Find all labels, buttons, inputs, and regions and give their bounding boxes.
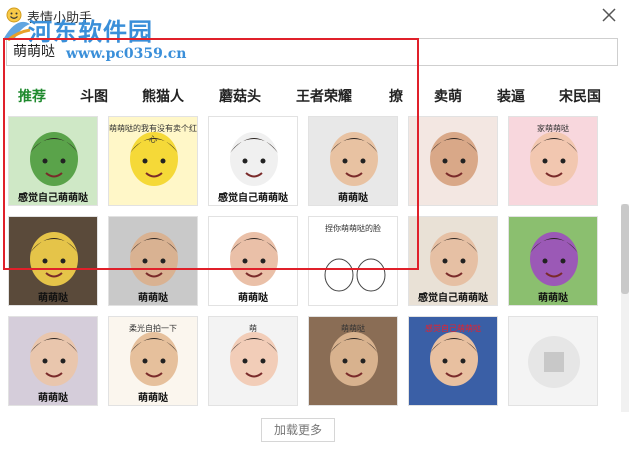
- sticker-frog[interactable]: 感觉自己萌萌哒: [8, 116, 98, 206]
- watermark-url: www.pc0359.cn: [66, 46, 187, 62]
- sticker-selfie[interactable]: 柔光自拍一下 萌萌哒: [108, 316, 198, 406]
- sticker-caption: 萌萌哒: [138, 293, 168, 304]
- tab-mushroom-head[interactable]: 蘑菇头: [219, 86, 261, 106]
- sticker-caption: 萌萌哒: [238, 293, 268, 304]
- sticker-caption: 感觉自己萌萌哒: [218, 193, 288, 204]
- sticker-caption: 萌萌哒: [38, 293, 68, 304]
- tab-cute[interactable]: 卖萌: [434, 86, 462, 106]
- sticker-caption: 感觉自己萌萌哒: [18, 193, 88, 204]
- sticker-teletubby[interactable]: 萌萌哒: [508, 216, 598, 306]
- sticker-top-caption: 萌: [249, 324, 257, 333]
- sticker-top-caption: 萌萌哒: [341, 324, 365, 333]
- sticker-caption: 萌萌哒: [138, 393, 168, 404]
- sticker-cat-ears[interactable]: 萌萌哒: [8, 316, 98, 406]
- sticker-top-caption: 萌萌哒的我有没有卖个红心: [109, 124, 197, 144]
- sticker-bunny[interactable]: 感觉自己萌萌哒: [208, 116, 298, 206]
- sticker-woman[interactable]: 萌: [208, 316, 298, 406]
- sticker-lips[interactable]: 萌萌哒: [208, 216, 298, 306]
- tab-panda-man[interactable]: 熊猫人: [142, 86, 184, 106]
- scrollbar-thumb[interactable]: [621, 204, 629, 294]
- sticker-top-caption: 家萌萌哒: [537, 124, 569, 133]
- sticker-caption: 感觉自己萌萌哒: [418, 293, 488, 304]
- sticker-top-caption: 捏你萌萌哒的脸: [325, 224, 381, 233]
- tab-song-minguo[interactable]: 宋民国: [559, 86, 601, 106]
- tab-honor-of-kings[interactable]: 王者荣耀: [296, 86, 352, 106]
- sticker-caption: 萌萌哒: [538, 293, 568, 304]
- tab-recommend[interactable]: 推荐: [18, 86, 46, 106]
- watermark-text: 河东软件园: [28, 17, 153, 46]
- sticker-actor[interactable]: 萌萌哒: [308, 316, 398, 406]
- close-icon[interactable]: [598, 4, 620, 26]
- tab-show-off[interactable]: 装逼: [497, 86, 525, 106]
- sticker-boy[interactable]: 萌萌哒: [308, 116, 398, 206]
- sticker-sketch[interactable]: 捏你萌萌哒的脸: [308, 216, 398, 306]
- load-more-button[interactable]: 加载更多: [261, 418, 335, 442]
- sticker-loading[interactable]: [508, 316, 598, 406]
- sticker-caption: 萌萌哒: [38, 393, 68, 404]
- tab-doutu[interactable]: 斗图: [80, 86, 108, 106]
- sticker-caption: 萌萌哒: [338, 193, 368, 204]
- sticker-image: [509, 317, 597, 405]
- sticker-minion[interactable]: 萌萌哒: [8, 216, 98, 306]
- sticker-pikachu[interactable]: 萌萌哒的我有没有卖个红心: [108, 116, 198, 206]
- sticker-man[interactable]: [408, 116, 498, 206]
- sticker-top-caption: 感觉自己萌萌哒: [425, 324, 481, 333]
- sticker-top-caption: 柔光自拍一下: [129, 324, 177, 333]
- sticker-guy[interactable]: 感觉自己萌萌哒: [408, 216, 498, 306]
- sticker-image: [409, 117, 497, 205]
- sticker-singer[interactable]: 感觉自己萌萌哒: [408, 316, 498, 406]
- sticker-baby[interactable]: 萌萌哒: [108, 216, 198, 306]
- category-tabs: 推荐 斗图 熊猫人 蘑菇头 王者荣耀 撩 卖萌 装逼 宋民国: [0, 80, 631, 110]
- tab-flirt[interactable]: 撩: [389, 86, 403, 106]
- sticker-girl[interactable]: 家萌萌哒: [508, 116, 598, 206]
- scrollbar[interactable]: [621, 204, 629, 412]
